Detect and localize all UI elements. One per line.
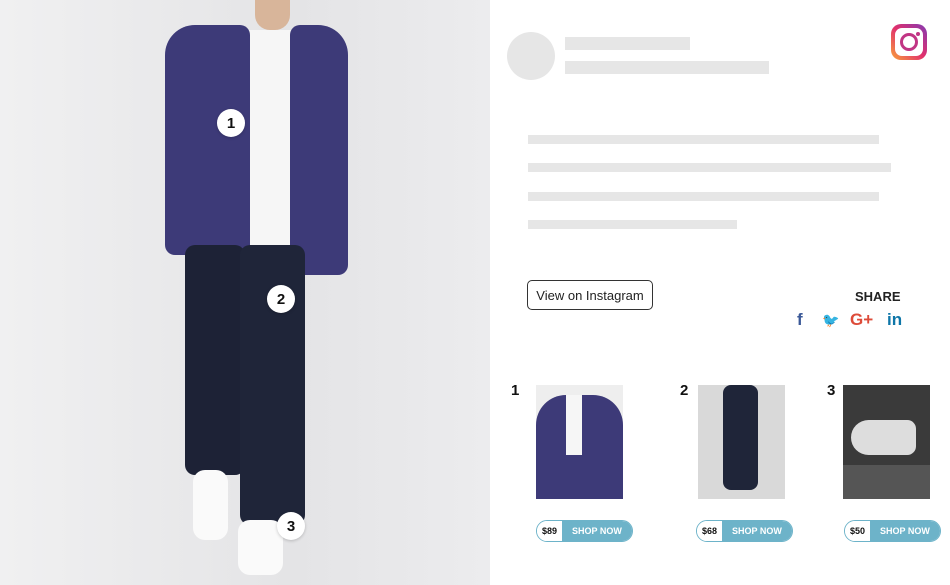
instagram-post-panel: View on Instagram SHARE f 🐦 G+ in 1 $89 S… bbox=[490, 0, 950, 585]
product-number: 1 bbox=[511, 382, 520, 399]
shop-now-button[interactable]: $89 SHOP NOW bbox=[536, 520, 633, 542]
caption-placeholder bbox=[528, 192, 879, 201]
product-image-jeans[interactable] bbox=[698, 385, 785, 499]
hotspot-1[interactable]: 1 bbox=[217, 109, 245, 137]
avatar-placeholder bbox=[507, 32, 555, 80]
price: $89 bbox=[537, 521, 563, 541]
product-number: 3 bbox=[827, 382, 836, 399]
shop-now-button[interactable]: $68 SHOP NOW bbox=[696, 520, 793, 542]
google-plus-icon[interactable]: G+ bbox=[850, 310, 873, 330]
product-image-blazer[interactable] bbox=[536, 385, 623, 499]
hotspot-3[interactable]: 3 bbox=[277, 512, 305, 540]
hotspot-2[interactable]: 2 bbox=[267, 285, 295, 313]
shop-now-label: SHOP NOW bbox=[562, 521, 632, 541]
price: $68 bbox=[697, 521, 723, 541]
shop-now-label: SHOP NOW bbox=[870, 521, 940, 541]
caption-placeholder bbox=[528, 135, 879, 144]
facebook-icon[interactable]: f bbox=[797, 310, 803, 330]
username-placeholder bbox=[565, 37, 690, 50]
product-image-sneakers[interactable] bbox=[843, 385, 930, 499]
model-photo: 1 2 3 bbox=[0, 0, 490, 585]
shop-now-button[interactable]: $50 SHOP NOW bbox=[844, 520, 941, 542]
price: $50 bbox=[845, 521, 871, 541]
caption-placeholder bbox=[528, 220, 737, 229]
shop-now-label: SHOP NOW bbox=[722, 521, 792, 541]
view-on-instagram-button[interactable]: View on Instagram bbox=[527, 280, 653, 310]
instagram-icon[interactable] bbox=[891, 24, 927, 60]
twitter-icon[interactable]: 🐦 bbox=[822, 312, 839, 329]
linkedin-icon[interactable]: in bbox=[887, 310, 902, 330]
share-label: SHARE bbox=[855, 289, 901, 304]
product-number: 2 bbox=[680, 382, 689, 399]
subtitle-placeholder bbox=[565, 61, 769, 74]
caption-placeholder bbox=[528, 163, 891, 172]
